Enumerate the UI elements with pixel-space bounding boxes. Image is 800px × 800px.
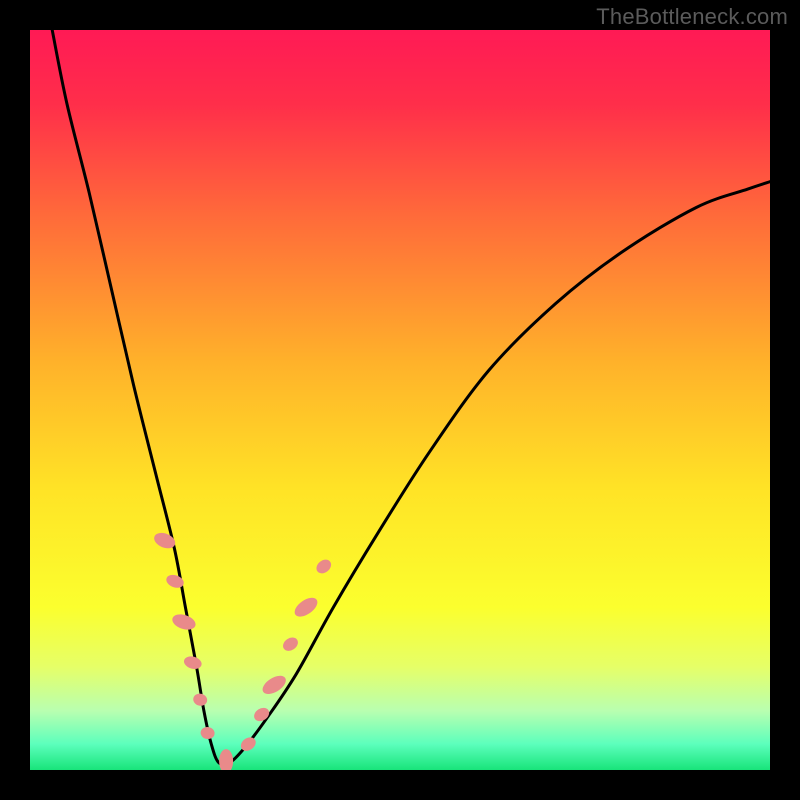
data-marker (192, 692, 208, 707)
bottleneck-curve (52, 30, 770, 765)
watermark: TheBottleneck.com (596, 4, 788, 30)
data-marker (252, 705, 272, 724)
data-marker (280, 635, 300, 654)
data-marker (314, 557, 334, 576)
data-marker (291, 594, 320, 620)
data-marker (219, 749, 233, 770)
data-marker (182, 654, 203, 670)
data-marker (170, 612, 197, 633)
frame: TheBottleneck.com (0, 0, 800, 800)
chart-svg (30, 30, 770, 770)
data-marker (200, 726, 216, 740)
plot-area (30, 30, 770, 770)
